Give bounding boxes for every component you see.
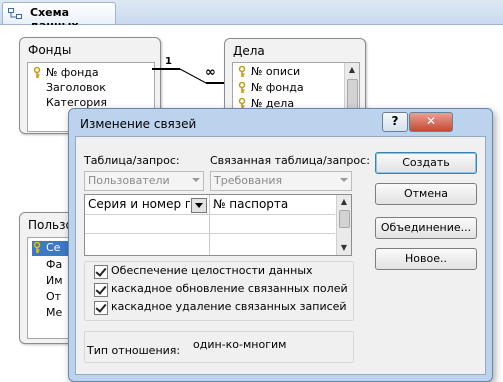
- primary-key-icon: [238, 66, 246, 77]
- dialog-title: Изменение связей: [80, 117, 197, 131]
- enforce-integrity-label: Обеспечение целостности данных: [111, 264, 313, 277]
- field-name: Се: [46, 241, 61, 254]
- cascade-update-checkbox[interactable]: [94, 283, 108, 297]
- field-name: От: [46, 290, 62, 303]
- integrity-options-group: Обеспечение целостности данных каскадное…: [84, 261, 354, 321]
- cancel-button[interactable]: Отмена: [375, 183, 477, 205]
- grid-scrollbar[interactable]: ▲ ▼: [336, 195, 351, 255]
- field-name: Фа: [46, 258, 63, 271]
- grid-cell-left[interactable]: Серия и номер п: [88, 197, 190, 211]
- primary-key-icon: [33, 67, 41, 78]
- relation-type-value: один-ко-многим: [193, 338, 287, 351]
- dialog-client-area: Таблица/запрос: Связанная таблица/запрос…: [75, 136, 486, 375]
- table-title-fondy: Фонды: [28, 43, 72, 57]
- grid-row: [85, 214, 335, 234]
- create-button[interactable]: Создать: [375, 152, 477, 174]
- edit-relationships-dialog[interactable]: Изменение связей ? ✕ Таблица/запрос: Свя…: [68, 108, 493, 382]
- field-name: № фонда: [46, 66, 99, 79]
- relation-type-group: Тип отношения: один-ко-многим: [84, 331, 354, 363]
- enforce-integrity-checkbox[interactable]: [94, 265, 108, 279]
- grid-cell-right[interactable]: № паспорта: [213, 197, 331, 211]
- table-title-dela: Дела: [233, 44, 265, 58]
- relationships-icon: [8, 8, 22, 19]
- chevron-down-icon: [340, 178, 348, 182]
- relation-many-label: ∞: [205, 65, 216, 80]
- chevron-down-icon: [192, 178, 200, 182]
- create-new-button[interactable]: Новое..: [375, 248, 477, 270]
- chevron-down-icon: [195, 203, 203, 208]
- table-query-combo[interactable]: Пользователи: [84, 171, 204, 191]
- tab-relationships[interactable]: Схема данных: [2, 2, 116, 32]
- scroll-down-arrow-icon[interactable]: ▼: [337, 241, 351, 255]
- cascade-delete-checkbox[interactable]: [94, 301, 108, 315]
- field-name: № фонда: [251, 81, 304, 94]
- scroll-thumb[interactable]: [339, 210, 350, 228]
- field-name: Заголовок: [46, 81, 106, 94]
- cascade-update-label: каскадное обновление связанных полей: [111, 282, 348, 295]
- field-name: Им: [46, 274, 63, 287]
- table-query-label: Таблица/запрос:: [84, 154, 180, 167]
- primary-key-icon: [238, 82, 246, 93]
- field-name: Ме: [46, 306, 63, 319]
- related-table-combo[interactable]: Требования: [210, 171, 352, 191]
- close-button[interactable]: ✕: [409, 112, 453, 132]
- cascade-delete-label: каскадное удаление связанных записей: [111, 300, 347, 313]
- table-title-polzovateli: Пользо: [28, 218, 73, 232]
- scroll-up-arrow-icon[interactable]: ▲: [337, 195, 351, 209]
- combo-value: Пользователи: [88, 174, 170, 187]
- scroll-up-arrow-icon[interactable]: ▲: [345, 63, 359, 77]
- relation-one-label: 1: [165, 56, 172, 67]
- related-table-label: Связанная таблица/запрос:: [210, 154, 370, 167]
- help-button[interactable]: ?: [382, 112, 408, 132]
- join-type-button[interactable]: Объединение...: [375, 217, 477, 239]
- grid-column-divider: [209, 195, 210, 255]
- join-fields-grid[interactable]: Серия и номер п № паспорта ▲ ▼: [84, 194, 352, 256]
- relation-type-label: Тип отношения:: [87, 344, 181, 357]
- primary-key-icon: [33, 242, 41, 253]
- grid-dropdown-button[interactable]: [191, 198, 207, 213]
- combo-value: Требования: [214, 174, 283, 187]
- field-name: № описи: [251, 65, 301, 78]
- document-tab-strip: Схема данных: [0, 0, 503, 32]
